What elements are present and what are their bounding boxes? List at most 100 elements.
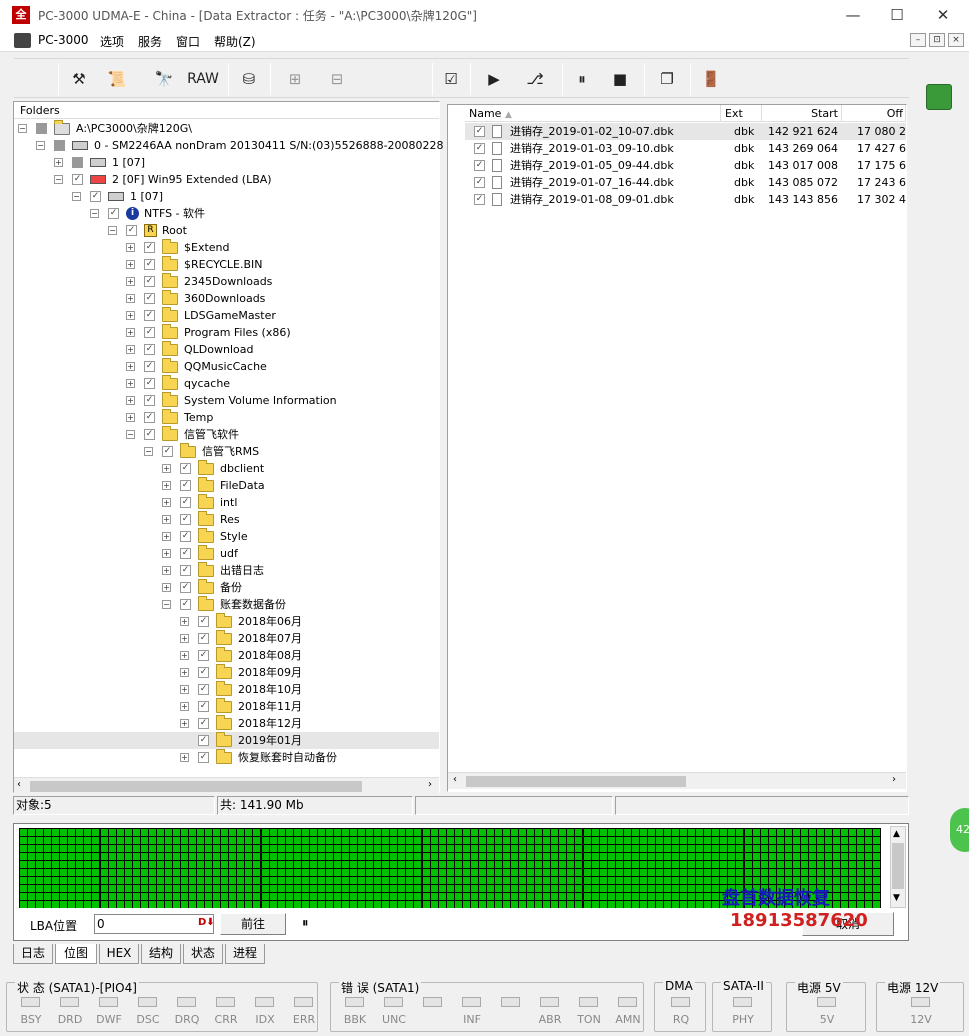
expand-toggle-icon[interactable]: + <box>180 753 189 762</box>
tree-row[interactable]: + ✓ 2018年08月 <box>14 647 439 664</box>
lba-spin-icon[interactable]: D⬇ <box>198 917 215 928</box>
tree-collapse-icon[interactable]: ⊟ <box>320 67 354 91</box>
tree-row[interactable]: − 0 - SM2246AA nonDram 20130411 S/N:(03)5… <box>14 137 444 154</box>
expand-toggle-icon[interactable]: + <box>126 362 135 371</box>
scroll-left-icon[interactable]: ‹ <box>453 774 457 785</box>
file-row[interactable]: ✓ 进销存_2019-01-05_09-44.dbk dbk 143 017 008 1… <box>448 157 906 174</box>
column-start[interactable]: Start <box>762 105 842 122</box>
tree-row[interactable]: − ✓ i NTFS - 软件 <box>14 205 439 222</box>
expand-toggle-icon[interactable]: − <box>108 226 117 235</box>
file-checkbox[interactable]: ✓ <box>474 194 485 205</box>
tree-row[interactable]: + ✓ LDSGameMaster <box>14 307 439 324</box>
tree-row[interactable]: + ✓ QLDownload <box>14 341 439 358</box>
tab-bitmap[interactable]: 位图 <box>55 944 97 964</box>
tree-checkbox[interactable]: ✓ <box>126 225 137 236</box>
menu-help[interactable]: 帮助(Z) <box>214 33 256 50</box>
tree-checkbox[interactable]: ✓ <box>180 463 191 474</box>
tree-checkbox[interactable]: ✓ <box>180 582 191 593</box>
bitmap-vscroll-thumb[interactable] <box>892 843 904 889</box>
expand-toggle-icon[interactable]: + <box>126 345 135 354</box>
tree-checkbox[interactable]: ✓ <box>198 667 209 678</box>
column-ext[interactable]: Ext <box>721 105 762 122</box>
expand-toggle-icon[interactable]: + <box>180 702 189 711</box>
expand-toggle-icon[interactable]: + <box>54 158 63 167</box>
expand-toggle-icon[interactable]: + <box>126 294 135 303</box>
tree-checkbox[interactable] <box>54 140 65 151</box>
tree-row[interactable]: + ✓ udf <box>14 545 439 562</box>
tree-checkbox[interactable]: ✓ <box>144 242 155 253</box>
expand-toggle-icon[interactable]: + <box>126 277 135 286</box>
tree-row[interactable]: + ✓ intl <box>14 494 439 511</box>
tree-row[interactable]: − A:\PC3000\杂牌120G\ <box>14 120 439 137</box>
mdi-minimize-button[interactable]: – <box>910 33 926 47</box>
expand-toggle-icon[interactable]: + <box>162 583 171 592</box>
tree-row[interactable]: + ✓ Program Files (x86) <box>14 324 439 341</box>
expand-toggle-icon[interactable]: + <box>180 685 189 694</box>
tree-checkbox[interactable]: ✓ <box>162 446 173 457</box>
tree-checkbox[interactable]: ✓ <box>108 208 119 219</box>
expand-toggle-icon[interactable]: + <box>180 668 189 677</box>
menu-pc3000[interactable]: PC-3000 <box>38 33 88 47</box>
tree-checkbox[interactable]: ✓ <box>198 684 209 695</box>
file-checkbox[interactable]: ✓ <box>474 160 485 171</box>
tree-checkbox[interactable]: ✓ <box>180 514 191 525</box>
tree-checkbox[interactable]: ✓ <box>180 565 191 576</box>
expand-toggle-icon[interactable]: − <box>162 600 171 609</box>
tree-checkbox[interactable]: ✓ <box>180 531 191 542</box>
expand-toggle-icon[interactable]: − <box>54 175 63 184</box>
tree-checkbox[interactable]: ✓ <box>198 735 209 746</box>
tree-checkbox[interactable]: ✓ <box>90 191 101 202</box>
expand-toggle-icon[interactable]: + <box>180 617 189 626</box>
tree-checkbox[interactable]: ✓ <box>198 633 209 644</box>
tree-checkbox[interactable] <box>36 123 47 134</box>
go-button[interactable]: 前往 <box>220 913 286 935</box>
expand-toggle-icon[interactable]: + <box>126 379 135 388</box>
tree-row[interactable]: − ✓ 2 [0F] Win95 Extended (LBA) <box>14 171 439 188</box>
tree-row[interactable]: + ✓ 备份 <box>14 579 439 596</box>
tree-checkbox[interactable]: ✓ <box>180 548 191 559</box>
pause-icon[interactable]: ⏸ <box>302 916 309 931</box>
tab-log[interactable]: 日志 <box>13 944 53 964</box>
tree-structure-icon[interactable]: ⊞ <box>280 67 310 91</box>
tree-row[interactable]: − ✓ R Root <box>14 222 439 239</box>
stop-icon[interactable]: ■ <box>608 67 632 91</box>
tree-checkbox[interactable]: ✓ <box>144 310 155 321</box>
tree-checkbox[interactable]: ✓ <box>180 480 191 491</box>
scroll-right-icon[interactable]: › <box>428 779 432 790</box>
pause-icon[interactable]: ⏸ <box>570 67 594 91</box>
exit-icon[interactable]: 🚪 <box>698 67 724 91</box>
expand-toggle-icon[interactable]: + <box>126 260 135 269</box>
play-icon[interactable]: ▶ <box>482 67 506 91</box>
tree-checkbox[interactable]: ✓ <box>144 378 155 389</box>
tree-checkbox[interactable] <box>72 157 83 168</box>
expand-toggle-icon[interactable]: + <box>126 311 135 320</box>
file-checkbox[interactable]: ✓ <box>474 126 485 137</box>
tree-row[interactable]: − ✓ 信管飞软件 <box>14 426 439 443</box>
expand-toggle-icon[interactable]: + <box>162 498 171 507</box>
tree-row[interactable]: + ✓ Style <box>14 528 439 545</box>
expand-toggle-icon[interactable]: + <box>126 243 135 252</box>
flow-icon[interactable]: ⎇ <box>518 67 552 91</box>
file-row[interactable]: ✓ 进销存_2019-01-08_09-01.dbk dbk 143 143 856 1… <box>448 191 906 208</box>
tree-row[interactable]: + ✓ $Extend <box>14 239 439 256</box>
tree-row[interactable]: + ✓ Res <box>14 511 439 528</box>
scroll-icon[interactable]: 📜 <box>104 67 130 91</box>
mdi-restore-button[interactable]: ⊡ <box>929 33 945 47</box>
minimize-button[interactable]: — <box>830 0 876 30</box>
tree-checkbox[interactable]: ✓ <box>198 650 209 661</box>
tree-checkbox[interactable]: ✓ <box>198 718 209 729</box>
column-name[interactable]: Name ▲ <box>465 105 721 122</box>
database-side-icon[interactable] <box>926 84 952 110</box>
check-disk-icon[interactable]: ☑ <box>438 67 464 91</box>
tree-row[interactable]: − ✓ 账套数据备份 <box>14 596 439 613</box>
expand-toggle-icon[interactable]: + <box>126 413 135 422</box>
close-button[interactable]: ✕ <box>920 0 966 30</box>
tree-checkbox[interactable]: ✓ <box>144 361 155 372</box>
tree-row[interactable]: + ✓ 2018年12月 <box>14 715 439 732</box>
file-row[interactable]: ✓ 进销存_2019-01-07_16-44.dbk dbk 143 085 072 1… <box>448 174 906 191</box>
tree-checkbox[interactable]: ✓ <box>180 497 191 508</box>
file-row[interactable]: ✓ 进销存_2019-01-02_10-07.dbk dbk 142 921 624 1… <box>448 123 906 140</box>
expand-toggle-icon[interactable]: + <box>162 515 171 524</box>
tree-checkbox[interactable]: ✓ <box>198 752 209 763</box>
menu-service[interactable]: 服务 <box>138 33 162 50</box>
